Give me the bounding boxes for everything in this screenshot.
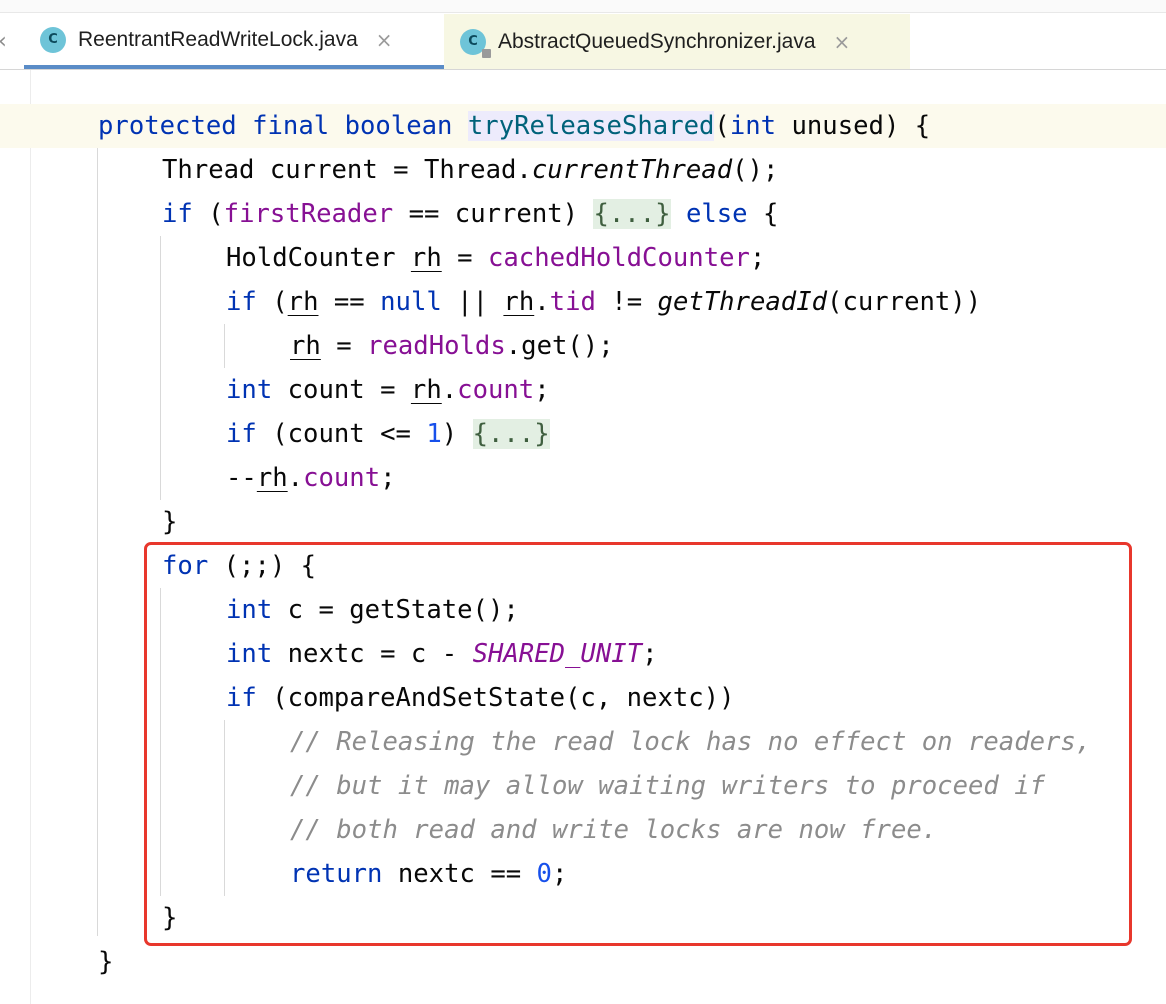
close-tab-icon[interactable]: × bbox=[376, 28, 393, 52]
method-name: tryReleaseShared bbox=[467, 111, 715, 141]
tab-label: AbstractQueuedSynchronizer.java bbox=[498, 29, 816, 53]
code-line: rh = readHolds.get(); bbox=[290, 331, 614, 361]
tab-abstract-queued-synchronizer[interactable]: C AbstractQueuedSynchronizer.java × bbox=[444, 14, 910, 69]
java-class-icon: C bbox=[40, 26, 66, 53]
code-line: } bbox=[98, 947, 114, 977]
indent-guide bbox=[160, 236, 161, 500]
indent-guide bbox=[97, 148, 98, 936]
tab-label: ReentrantReadWriteLock.java bbox=[78, 27, 358, 51]
folded-code-block[interactable]: {...} bbox=[593, 199, 671, 229]
editor-gutter-divider bbox=[30, 70, 31, 1004]
code-line: HoldCounter rh = cachedHoldCounter; bbox=[226, 243, 766, 273]
scroll-tabs-left-icon[interactable]: ‹ bbox=[0, 29, 7, 54]
close-tab-icon[interactable]: × bbox=[834, 30, 851, 54]
code-line: if (firstReader == current) {...} else { bbox=[162, 199, 779, 229]
lock-icon bbox=[482, 48, 491, 58]
code-line: --rh.count; bbox=[226, 463, 396, 493]
folded-code-block[interactable]: {...} bbox=[472, 419, 550, 449]
code-line: protected final boolean tryReleaseShared… bbox=[0, 104, 1166, 148]
code-line: Thread current = Thread.currentThread(); bbox=[162, 155, 779, 185]
code-line: } bbox=[162, 507, 178, 537]
highlight-annotation-box bbox=[144, 542, 1132, 946]
code-line: int count = rh.count; bbox=[226, 375, 550, 405]
java-class-readonly-icon: C bbox=[460, 28, 491, 58]
code-line: if (rh == null || rh.tid != getThreadId(… bbox=[226, 287, 982, 317]
tab-reentrant-read-write-lock[interactable]: C ReentrantReadWriteLock.java × bbox=[24, 14, 444, 69]
code-line: if (count <= 1) {...} bbox=[226, 419, 550, 449]
breadcrumb-strip bbox=[0, 0, 1166, 13]
indent-guide bbox=[224, 324, 225, 368]
editor-tab-bar: ‹ C ReentrantReadWriteLock.java × C Abst… bbox=[0, 0, 1166, 70]
